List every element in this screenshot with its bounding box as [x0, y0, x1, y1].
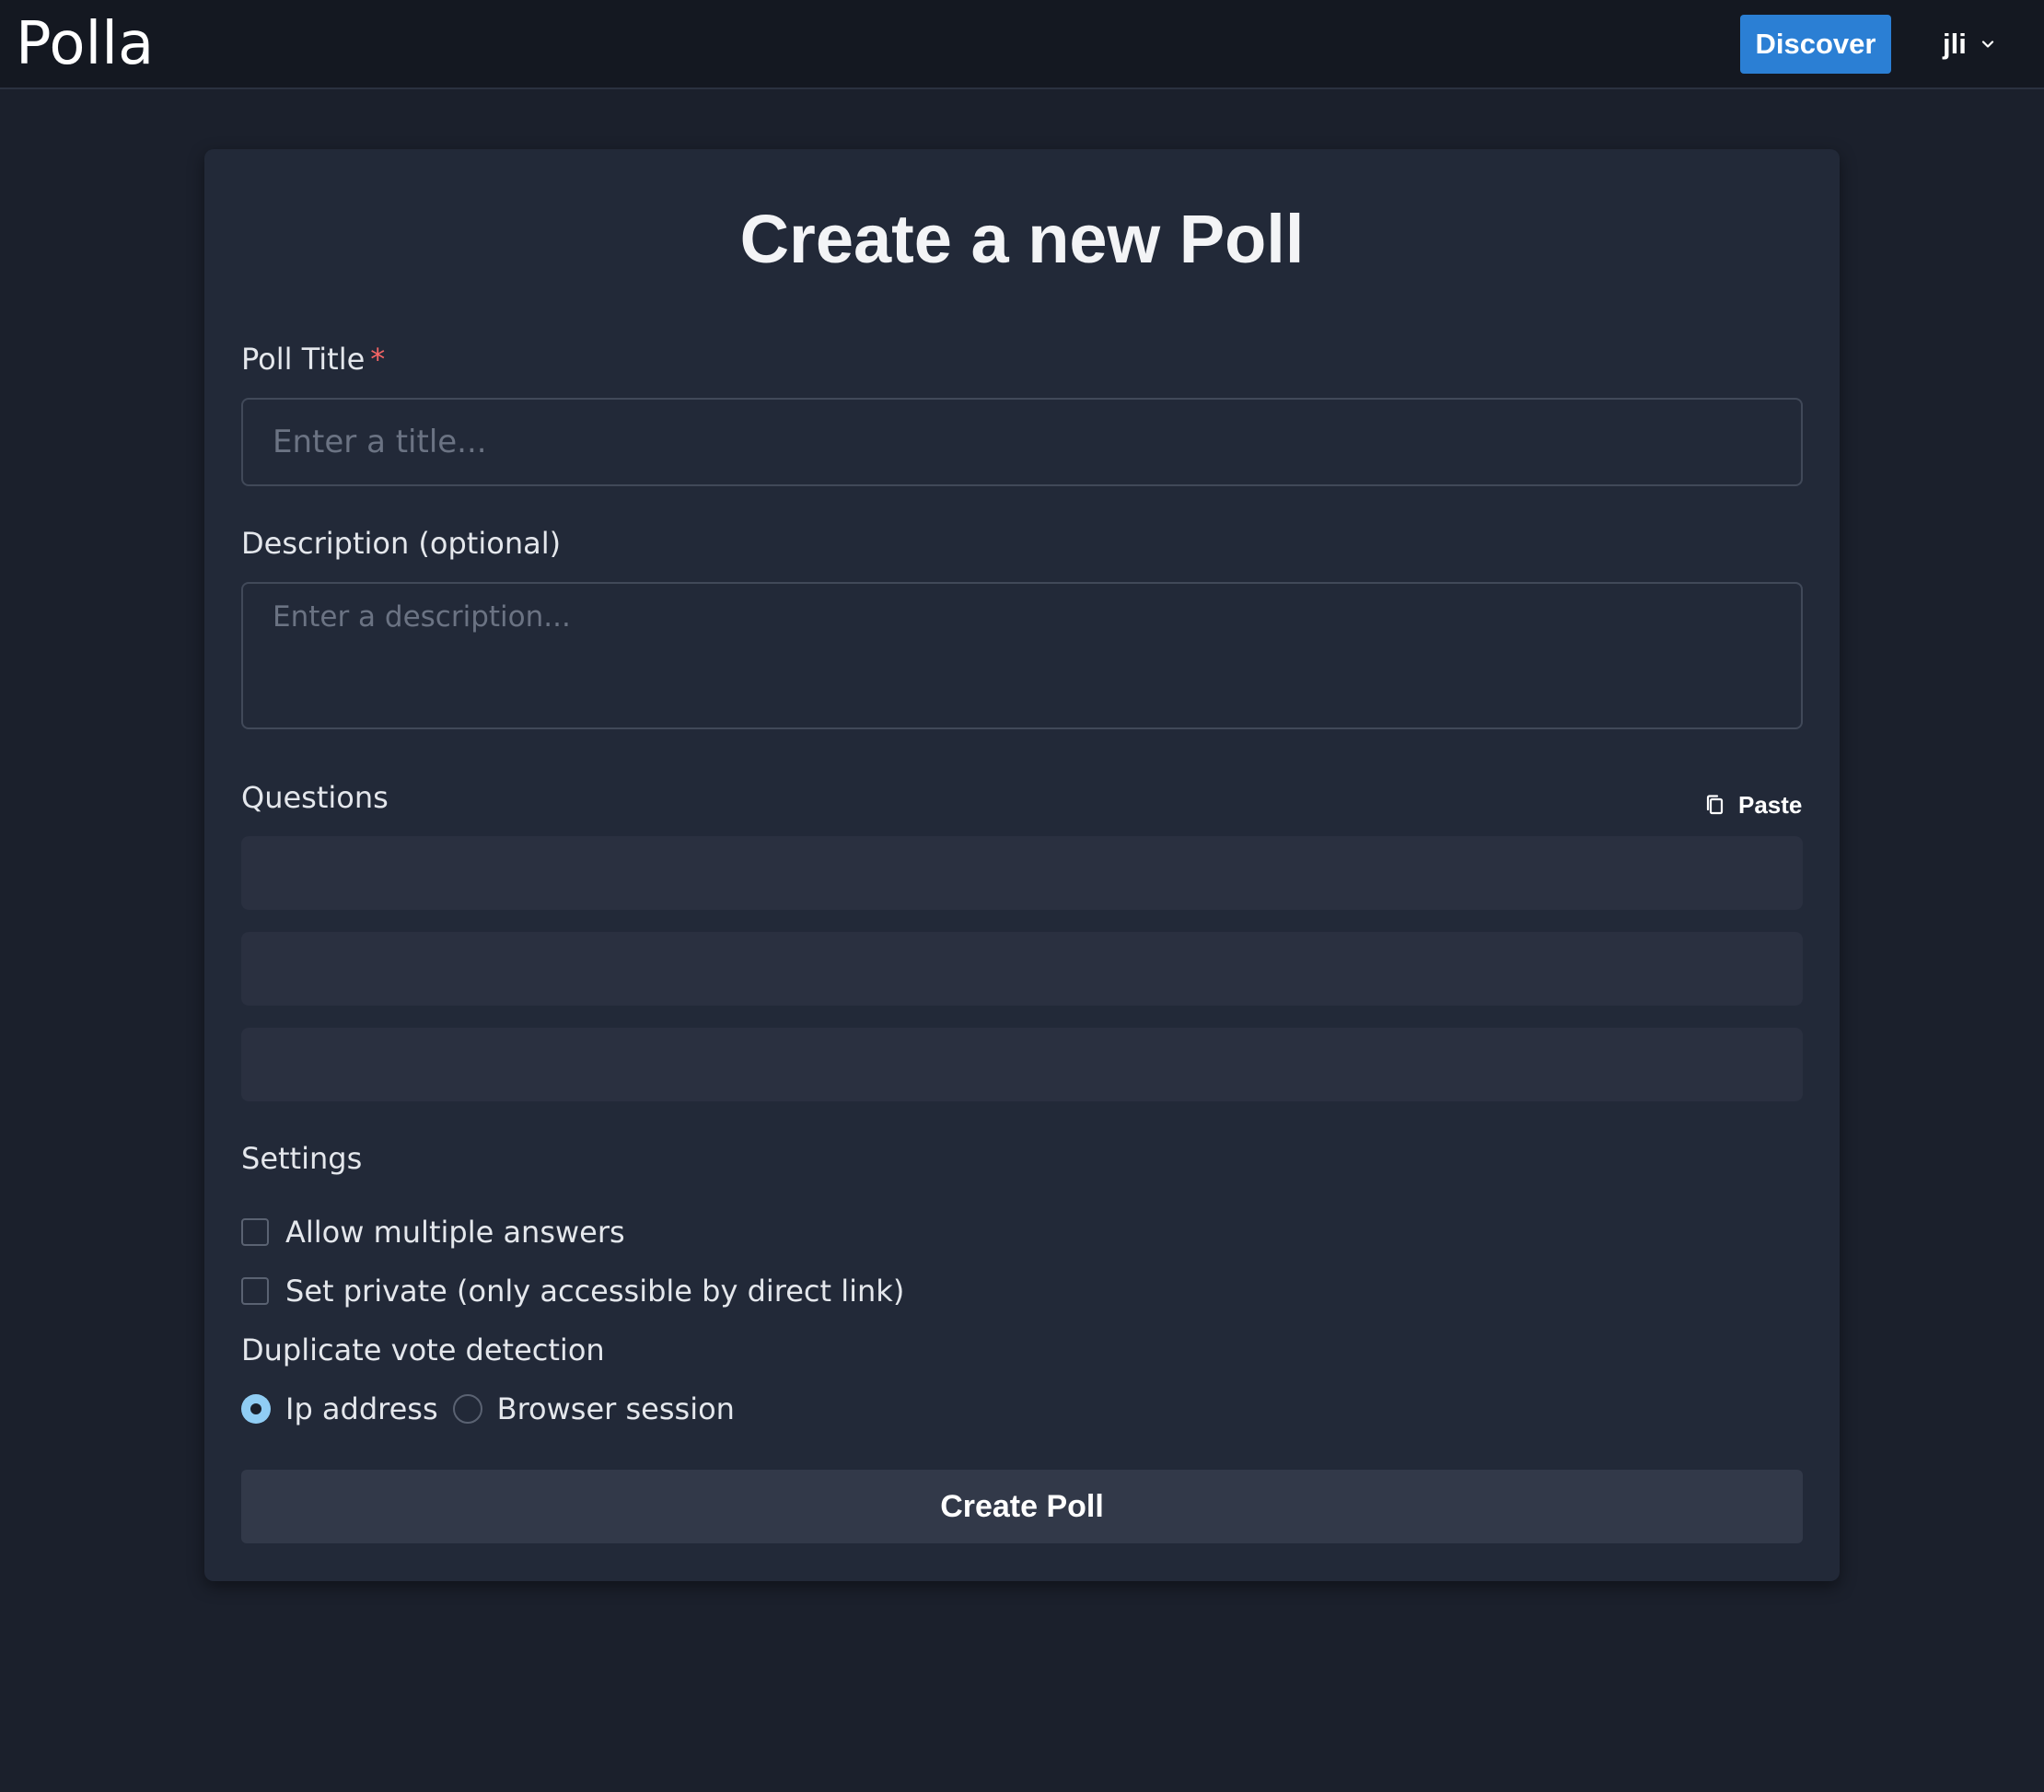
question-input-2[interactable]	[241, 932, 1803, 1006]
set-private-checkbox[interactable]	[241, 1277, 269, 1305]
create-poll-card: Create a new Poll Poll Title* Descriptio…	[204, 149, 1840, 1581]
settings-label: Settings	[241, 1141, 363, 1176]
allow-multiple-checkbox[interactable]	[241, 1218, 269, 1246]
create-poll-button[interactable]: Create Poll	[241, 1470, 1803, 1543]
page-title: Create a new Poll	[739, 201, 1305, 277]
user-menu[interactable]: jli	[1943, 15, 1994, 74]
radio-ip-address[interactable]	[241, 1394, 271, 1424]
username: jli	[1943, 28, 1967, 60]
question-input-1[interactable]	[241, 836, 1803, 910]
paste-button[interactable]: Paste	[1696, 785, 1811, 825]
paste-label: Paste	[1738, 790, 1803, 819]
allow-multiple-option[interactable]: Allow multiple answers	[241, 1214, 625, 1251]
radio-ip-address-label: Ip address	[285, 1391, 438, 1426]
allow-multiple-label: Allow multiple answers	[285, 1215, 625, 1250]
radio-browser-session[interactable]	[452, 1394, 482, 1424]
question-input-3[interactable]	[241, 1028, 1803, 1101]
poll-title-input[interactable]	[241, 398, 1803, 486]
set-private-option[interactable]: Set private (only accessible by direct l…	[241, 1273, 904, 1309]
duplicate-detection-group: Ip address Browser session	[241, 1391, 749, 1427]
required-marker: *	[370, 342, 386, 377]
radio-browser-session-label: Browser session	[496, 1391, 735, 1426]
poll-title-label-text: Poll Title	[241, 342, 366, 377]
chevron-down-icon	[1981, 41, 1993, 48]
description-textarea[interactable]	[241, 582, 1803, 729]
radio-option-browser-session[interactable]: Browser session	[452, 1391, 735, 1427]
questions-label: Questions	[241, 780, 389, 815]
discover-button[interactable]: Discover	[1740, 15, 1891, 74]
app-logo[interactable]: Polla	[16, 6, 154, 83]
poll-title-label: Poll Title *	[241, 341, 385, 378]
copy-icon	[1706, 795, 1724, 815]
duplicate-detection-label: Duplicate vote detection	[241, 1332, 605, 1367]
set-private-label: Set private (only accessible by direct l…	[285, 1274, 905, 1309]
radio-option-ip-address[interactable]: Ip address	[241, 1391, 438, 1427]
top-navbar: Polla Discover jli	[0, 0, 2044, 89]
description-label: Description (optional)	[241, 526, 562, 561]
